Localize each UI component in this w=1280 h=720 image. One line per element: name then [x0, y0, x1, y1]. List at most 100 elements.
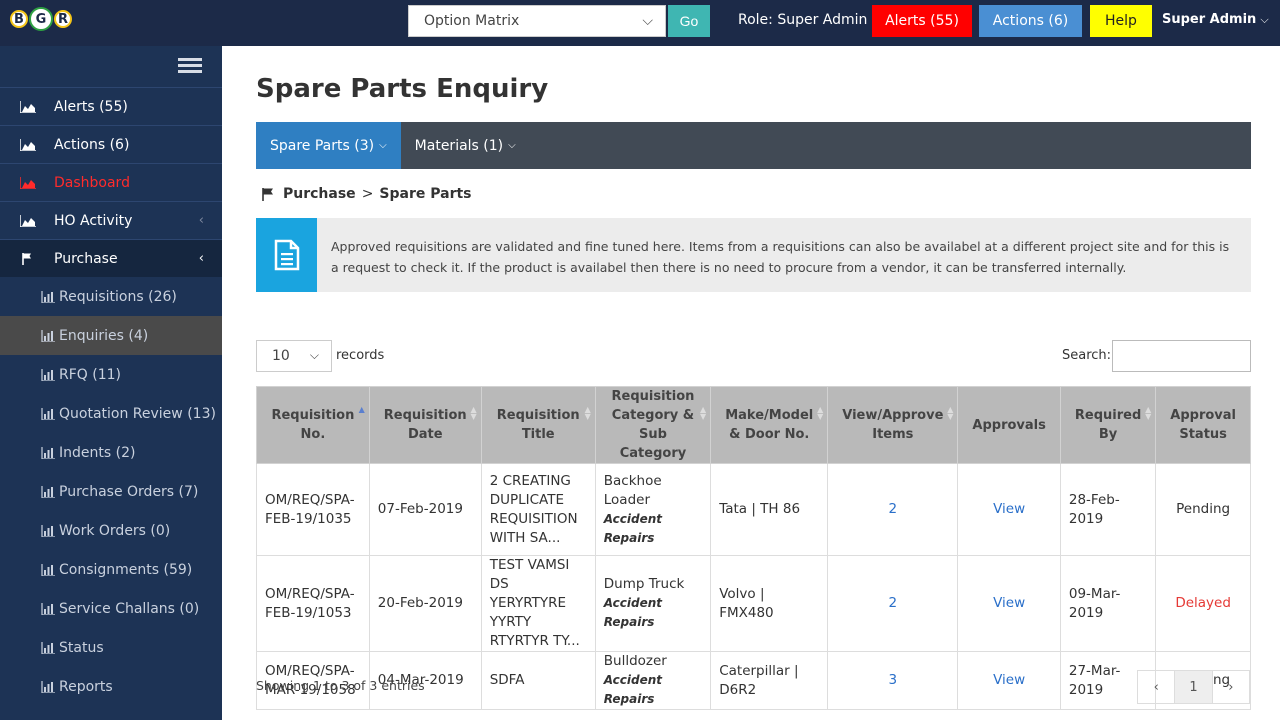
- cell-view-approve: 2: [827, 463, 959, 556]
- bar-chart-icon: [41, 524, 55, 537]
- view-approve-items-link[interactable]: 3: [889, 672, 898, 688]
- sidebar-subitem-service-challans[interactable]: Service Challans (0): [0, 589, 222, 628]
- bar-chart-icon: [41, 602, 55, 615]
- hamburger-menu-icon[interactable]: [178, 58, 202, 76]
- view-approve-items-link[interactable]: 2: [889, 595, 898, 611]
- role-label: Role: Super Admin: [738, 12, 868, 28]
- breadcrumb: Purchase > Spare Parts: [261, 186, 472, 202]
- sort-icon: ▲ ▼: [947, 405, 954, 421]
- cell-required-by: 09-Mar-2019: [1059, 555, 1157, 652]
- sidebar-subitem-label: Reports: [59, 678, 113, 695]
- cell-make-model: Caterpillar | D6R2: [710, 651, 829, 710]
- project-select[interactable]: Option Matrix ⌵: [408, 5, 666, 37]
- chevron-down-icon: ⌵: [379, 140, 387, 151]
- bar-chart-icon: [41, 641, 55, 654]
- pagination-next-button[interactable]: ›: [1213, 671, 1249, 703]
- bar-chart-icon: [41, 407, 55, 420]
- category-label: Bulldozer: [603, 653, 667, 669]
- chevron-left-icon: ‹: [198, 213, 204, 228]
- sidebar-subitem-enquiries[interactable]: Enquiries (4): [0, 316, 222, 355]
- logo-letter: R: [54, 10, 72, 28]
- sidebar-subitem-label: Quotation Review (13): [59, 405, 216, 422]
- go-button[interactable]: Go: [668, 5, 710, 37]
- chevron-down-icon: ⌵: [309, 348, 319, 362]
- bar-chart-icon: [41, 290, 55, 303]
- cell-approvals: View: [957, 463, 1061, 556]
- approvals-view-link[interactable]: View: [993, 501, 1025, 517]
- sidebar-item-label: Alerts (55): [54, 98, 128, 115]
- page-length-select[interactable]: 10 ⌵: [256, 340, 332, 372]
- sidebar-subitem-quotation-review[interactable]: Quotation Review (13): [0, 394, 222, 433]
- column-header-make-model[interactable]: Make/Model & Door No. ▲ ▼: [710, 386, 829, 464]
- alerts-button[interactable]: Alerts (55): [872, 5, 972, 37]
- view-approve-items-link[interactable]: 2: [889, 501, 898, 517]
- bar-chart-icon: [41, 329, 55, 342]
- bgr-logo[interactable]: B G R: [10, 4, 76, 34]
- page-title: Spare Parts Enquiry: [256, 74, 549, 104]
- column-header-category[interactable]: Requisition Category & Sub Category ▲ ▼: [594, 386, 712, 464]
- sort-icon: ▲ ▼: [1145, 405, 1152, 421]
- approvals-view-link[interactable]: View: [993, 672, 1025, 688]
- document-icon: [256, 218, 317, 292]
- sidebar-item-purchase[interactable]: Purchase ‹: [0, 239, 222, 277]
- actions-button[interactable]: Actions (6): [979, 5, 1082, 37]
- tab-label: Materials (1): [414, 137, 504, 154]
- sidebar-subitem-status[interactable]: Status: [0, 628, 222, 667]
- area-chart-icon: [20, 214, 36, 227]
- chevron-left-icon: ‹: [198, 251, 204, 266]
- sidebar-item-label: HO Activity: [54, 212, 133, 229]
- sidebar-subitem-indents[interactable]: Indents (2): [0, 433, 222, 472]
- column-header-approval-status: Approval Status: [1155, 386, 1251, 464]
- chevron-down-icon: ⌵: [1260, 13, 1269, 26]
- cell-requisition-no: OM/REQ/SPA-FEB-19/1035: [256, 463, 370, 556]
- sidebar-subitem-work-orders[interactable]: Work Orders (0): [0, 511, 222, 550]
- tabs-bar: Spare Parts (3) ⌵ Materials (1) ⌵: [256, 122, 1251, 169]
- sidebar-subitem-requisitions[interactable]: Requisitions (26): [0, 277, 222, 316]
- tab-materials[interactable]: Materials (1) ⌵: [401, 122, 530, 169]
- logo-letter: B: [10, 10, 28, 28]
- sidebar-item-dashboard[interactable]: Dashboard: [0, 163, 222, 201]
- cell-category: Dump Truck Accident Repairs: [594, 555, 712, 652]
- sidebar-subitem-purchase-orders[interactable]: Purchase Orders (7): [0, 472, 222, 511]
- column-header-approvals: Approvals: [957, 386, 1061, 464]
- cell-make-model: Volvo | FMX480: [710, 555, 829, 652]
- table-row: OM/REQ/SPA-FEB-19/1053 20-Feb-2019 TEST …: [256, 555, 1251, 652]
- cell-requisition-no: OM/REQ/SPA-FEB-19/1053: [256, 555, 370, 652]
- sort-icon: ▲ ▼: [584, 405, 591, 421]
- pagination: ‹ 1 ›: [1137, 670, 1250, 704]
- cell-approvals: View: [957, 651, 1061, 710]
- sidebar-subitem-label: Requisitions (26): [59, 288, 177, 305]
- requisitions-table: Requisition No. ▲ Requisition Date ▲ ▼ Requ…: [256, 386, 1251, 710]
- sidebar-subitem-rfq[interactable]: RFQ (11): [0, 355, 222, 394]
- area-chart-icon: [20, 138, 36, 151]
- table-row: OM/REQ/SPA-FEB-19/1035 07-Feb-2019 2 CRE…: [256, 463, 1251, 556]
- pagination-prev-button[interactable]: ‹: [1138, 671, 1176, 703]
- user-name: Super Admin: [1162, 12, 1257, 27]
- column-header-requisition-title[interactable]: Requisition Title ▲ ▼: [480, 386, 596, 464]
- column-header-requisition-no[interactable]: Requisition No. ▲: [256, 386, 370, 464]
- cell-required-by: 28-Feb-2019: [1059, 463, 1157, 556]
- flag-icon: [262, 187, 273, 201]
- cell-approval-status: Delayed: [1155, 555, 1251, 652]
- sidebar-item-ho-activity[interactable]: HO Activity ‹: [0, 201, 222, 239]
- bar-chart-icon: [41, 563, 55, 576]
- pagination-page-button[interactable]: 1: [1175, 671, 1213, 703]
- sidebar-item-alerts[interactable]: Alerts (55): [0, 87, 222, 125]
- sidebar-subitem-consignments[interactable]: Consignments (59): [0, 550, 222, 589]
- approvals-view-link[interactable]: View: [993, 595, 1025, 611]
- tab-spare-parts[interactable]: Spare Parts (3) ⌵: [256, 122, 401, 169]
- column-header-requisition-date[interactable]: Requisition Date ▲ ▼: [368, 386, 482, 464]
- search-input[interactable]: [1112, 340, 1251, 372]
- sidebar-item-actions[interactable]: Actions (6): [0, 125, 222, 163]
- help-button[interactable]: Help: [1090, 5, 1152, 37]
- column-header-view-approve[interactable]: View/Approve Items ▲ ▼: [827, 386, 959, 464]
- column-header-required-by[interactable]: Required By ▲ ▼: [1059, 386, 1157, 464]
- chevron-down-icon: ⌵: [642, 13, 653, 29]
- breadcrumb-parent[interactable]: Purchase: [283, 186, 356, 202]
- sort-icon: ▲ ▼: [470, 405, 477, 421]
- records-label: records: [336, 348, 385, 363]
- table-header-row: Requisition No. ▲ Requisition Date ▲ ▼ Requ…: [256, 386, 1251, 464]
- user-menu[interactable]: Super Admin ⌵: [1162, 12, 1269, 27]
- sidebar-subitem-reports[interactable]: Reports: [0, 667, 222, 706]
- breadcrumb-current: Spare Parts: [379, 186, 472, 202]
